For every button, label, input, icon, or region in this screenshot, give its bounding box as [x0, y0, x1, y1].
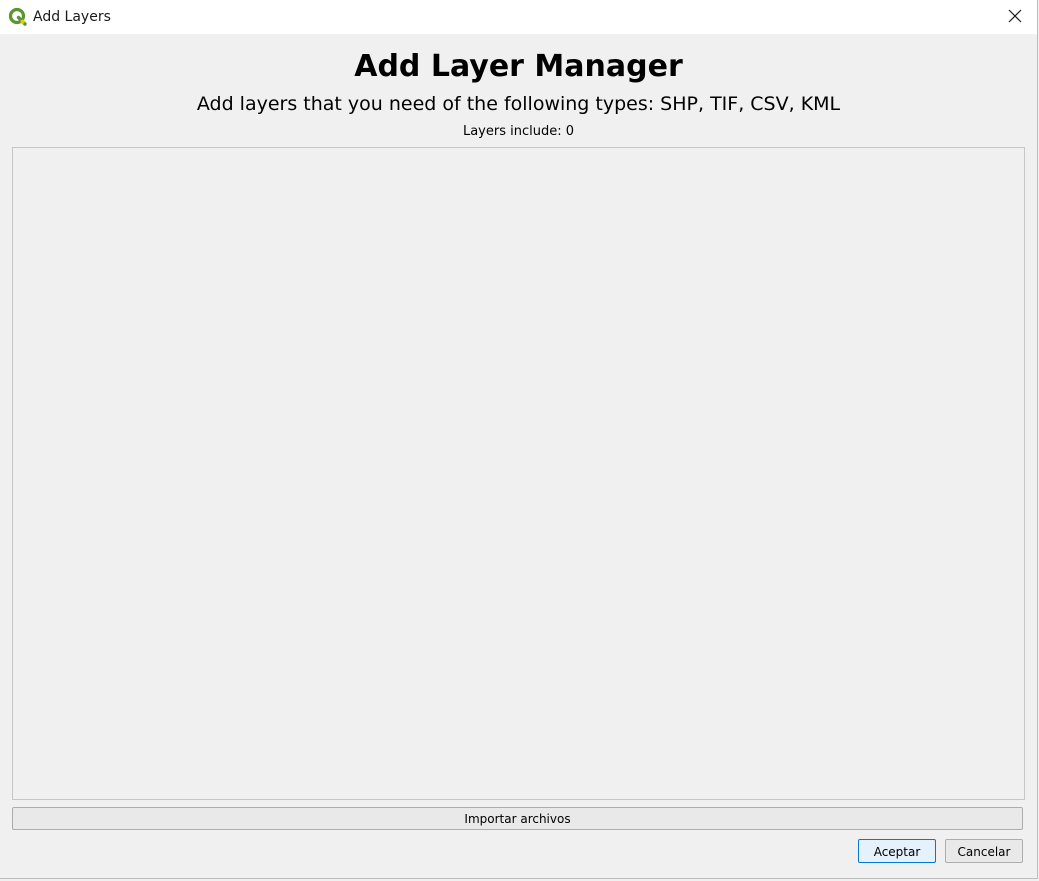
window-title: Add Layers [33, 9, 111, 25]
page-title: Add Layer Manager [354, 49, 683, 84]
layer-count-label: Layers include: 0 [462, 124, 575, 139]
layer-list[interactable] [12, 147, 1025, 800]
accept-button[interactable]: Aceptar [858, 839, 936, 863]
qgis-logo-icon [8, 7, 27, 26]
add-layers-dialog: Add Layers Add Layer Manager Add layers … [0, 0, 1038, 879]
cancel-button[interactable]: Cancelar [945, 839, 1023, 863]
page-subtitle: Add layers that you need of the followin… [196, 93, 841, 115]
close-icon [1008, 8, 1022, 27]
import-files-button[interactable]: Importar archivos [12, 807, 1023, 830]
title-bar[interactable]: Add Layers [0, 0, 1037, 34]
close-button[interactable] [993, 0, 1037, 34]
